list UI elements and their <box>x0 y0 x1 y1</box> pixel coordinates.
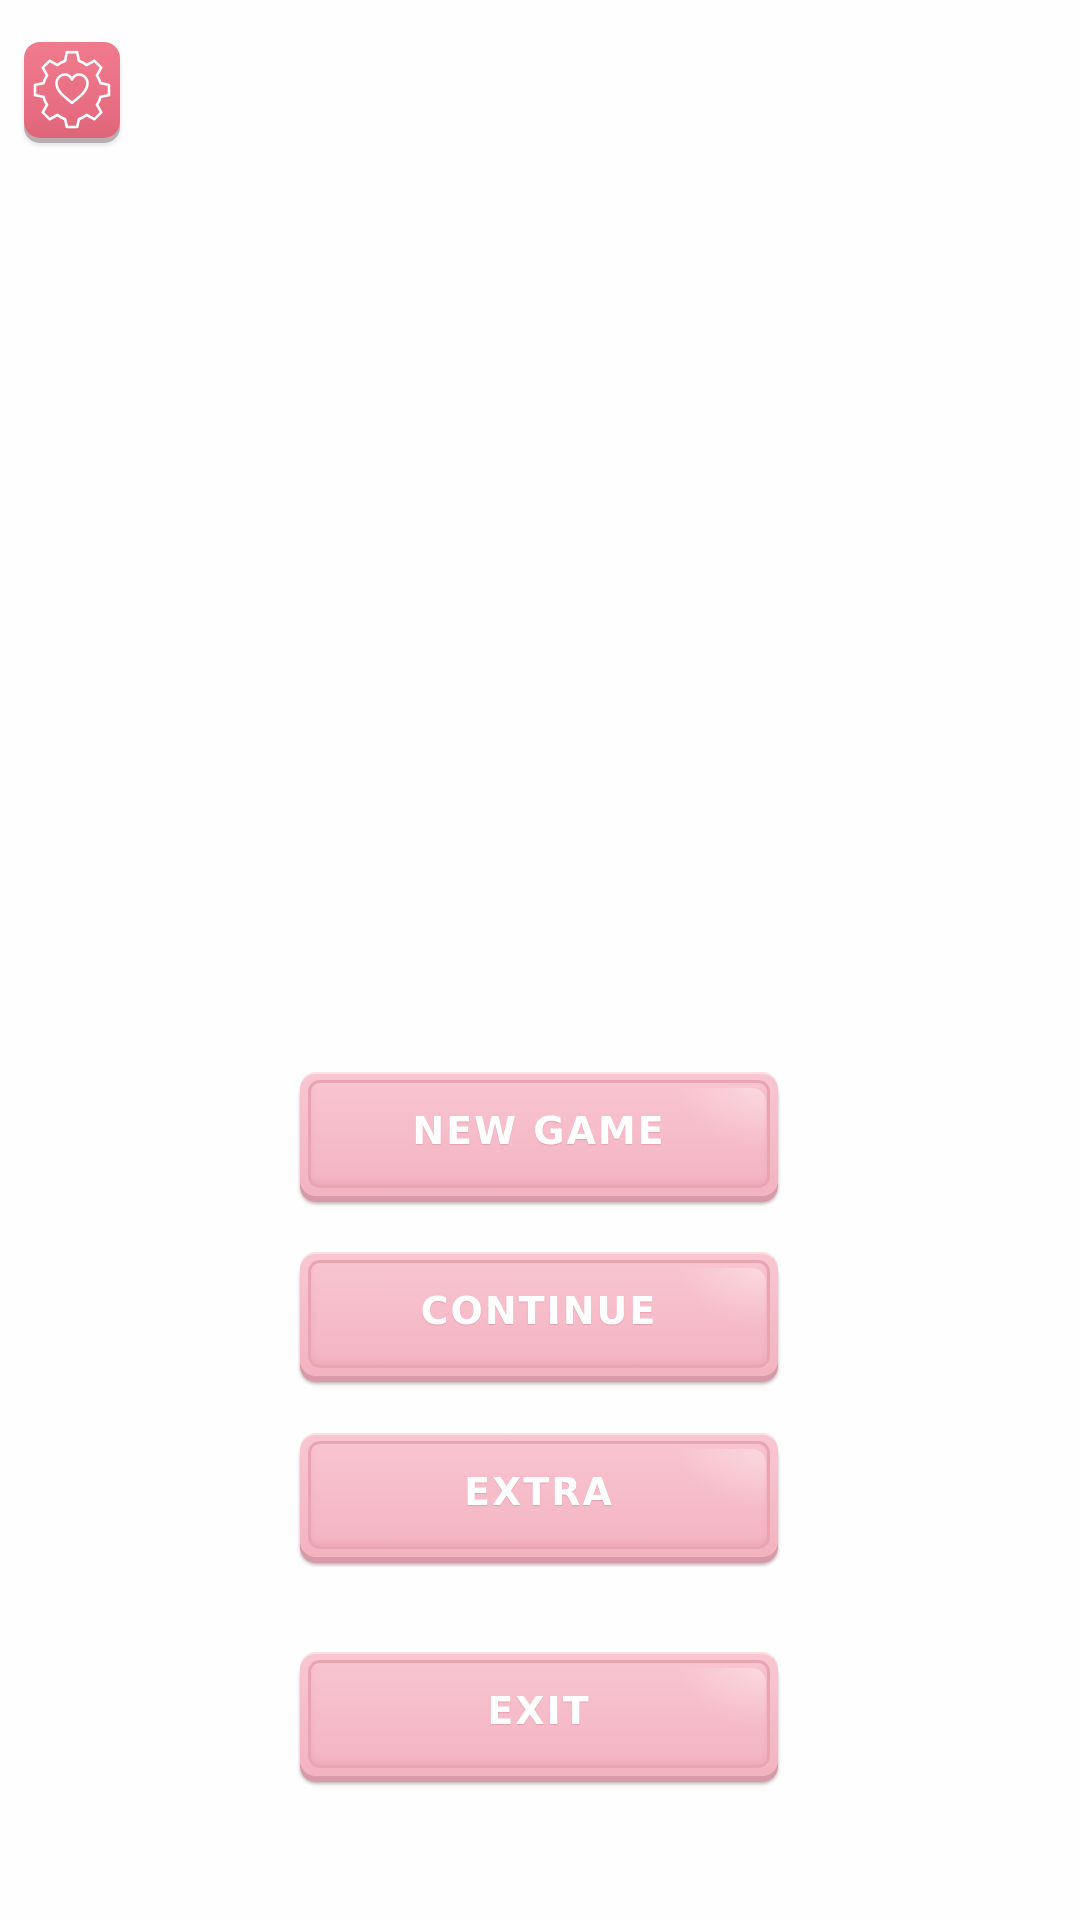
new-game-button[interactable]: NEW GAME <box>300 1072 778 1196</box>
extra-button[interactable]: EXTRA <box>300 1433 778 1557</box>
continue-label: CONTINUE <box>420 1289 658 1333</box>
gear-heart-icon <box>33 50 111 129</box>
settings-button[interactable] <box>24 42 120 138</box>
new-game-label: NEW GAME <box>412 1109 666 1153</box>
extra-label: EXTRA <box>464 1470 614 1514</box>
exit-label: EXIT <box>487 1689 591 1733</box>
exit-button[interactable]: EXIT <box>300 1652 778 1776</box>
continue-button[interactable]: CONTINUE <box>300 1252 778 1376</box>
